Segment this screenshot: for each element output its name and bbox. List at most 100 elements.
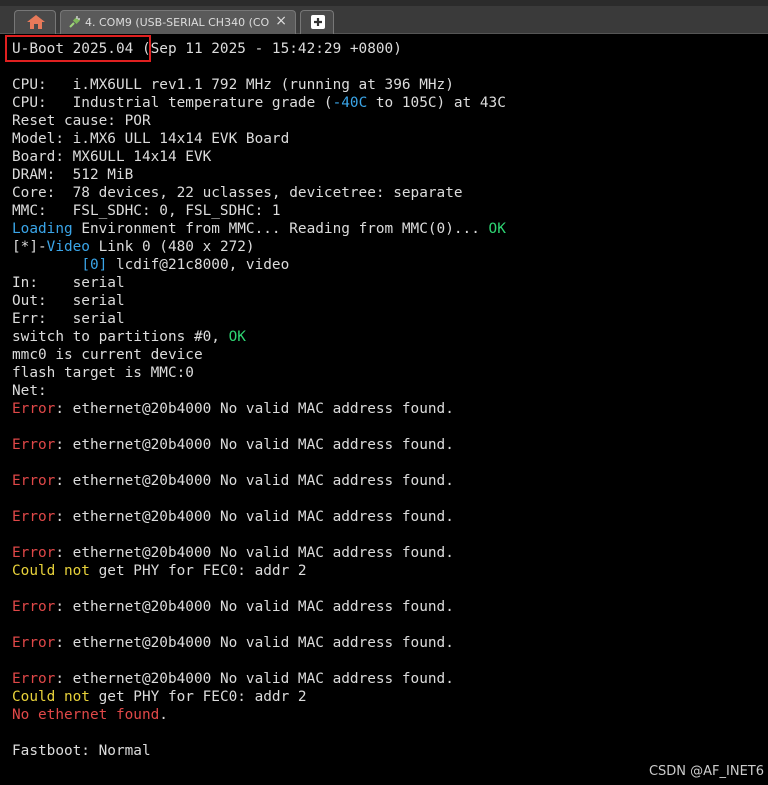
terminal-line: Error: ethernet@20b4000 No valid MAC add… xyxy=(12,436,506,454)
terminal-text-segment: Reset cause: POR xyxy=(12,113,151,129)
terminal-line: U-Boot 2025.04 (Sep 11 2025 - 15:42:29 +… xyxy=(12,40,506,58)
terminal-text-segment: Fastboot: Normal xyxy=(12,743,151,759)
terminal-line: Could not get PHY for FEC0: addr 2 xyxy=(12,562,506,580)
terminal-line: Fastboot: Normal xyxy=(12,742,506,760)
terminal-text-segment: get PHY for FEC0: addr 2 xyxy=(89,563,307,579)
terminal-text-segment: Error xyxy=(12,509,56,525)
terminal-text-segment: Error xyxy=(12,671,56,687)
terminal-line: Error: ethernet@20b4000 No valid MAC add… xyxy=(12,472,506,490)
terminal-text-segment: Error xyxy=(12,635,56,651)
terminal-line: Err: serial xyxy=(12,310,506,328)
terminal-text-segment: get PHY for FEC0: addr 2 xyxy=(89,689,307,705)
terminal-line: Error: ethernet@20b4000 No valid MAC add… xyxy=(12,670,506,688)
terminal-line: flash target is MMC:0 xyxy=(12,364,506,382)
terminal-text-segment: Net: xyxy=(12,383,47,399)
terminal-text-segment: Could not xyxy=(12,563,90,579)
terminal-text-segment: OK xyxy=(228,329,246,345)
terminal-text-segment: Environment from MMC... Reading from MMC… xyxy=(72,221,489,237)
terminal-text-segment: : ethernet@20b4000 No valid MAC address … xyxy=(55,401,454,417)
terminal-text-segment: Error xyxy=(12,545,56,561)
terminal-line: MMC: FSL_SDHC: 0, FSL_SDHC: 1 xyxy=(12,202,506,220)
terminal-text-segment: Error xyxy=(12,473,56,489)
terminal-text-segment: DRAM: 512 MiB xyxy=(12,167,134,183)
terminal-line: [0] lcdif@21c8000, video xyxy=(12,256,506,274)
terminal-line: Error: ethernet@20b4000 No valid MAC add… xyxy=(12,544,506,562)
terminal-line: Loading Environment from MMC... Reading … xyxy=(12,220,506,238)
terminal-text-segment: OK xyxy=(488,221,506,237)
plus-icon xyxy=(311,15,325,29)
terminal-text-segment: : ethernet@20b4000 No valid MAC address … xyxy=(55,473,454,489)
terminal-text-segment: No ethernet found xyxy=(12,707,160,723)
terminal-text-segment: [*]- xyxy=(12,239,47,255)
terminal-text-segment: Error xyxy=(12,401,56,417)
plug-icon xyxy=(69,16,81,28)
terminal-text-segment: Could not xyxy=(12,689,90,705)
terminal-line: Net: xyxy=(12,382,506,400)
home-tab[interactable] xyxy=(14,10,56,34)
terminal-line: switch to partitions #0, OK xyxy=(12,328,506,346)
terminal-text-segment: In: serial xyxy=(12,275,125,291)
tab-bar: 4. COM9 (USB-SERIAL CH340 (CO × xyxy=(0,0,768,34)
terminal-text-segment: U-Boot 2025.04 (Sep 11 2025 - 15:42:29 +… xyxy=(12,41,402,57)
session-tab-label: 4. COM9 (USB-SERIAL CH340 (CO xyxy=(85,16,270,29)
new-tab-button[interactable] xyxy=(300,10,334,34)
terminal-line: Core: 78 devices, 22 uclasses, devicetre… xyxy=(12,184,506,202)
terminal-line: Board: MX6ULL 14x14 EVK xyxy=(12,148,506,166)
terminal-text-segment: to 105C) at 43C xyxy=(367,95,506,111)
session-tab-com9[interactable]: 4. COM9 (USB-SERIAL CH340 (CO × xyxy=(60,10,296,34)
terminal-text-segment: CPU: i.MX6ULL rev1.1 792 MHz (running at… xyxy=(12,77,454,93)
terminal-text-segment: MMC: FSL_SDHC: 0, FSL_SDHC: 1 xyxy=(12,203,281,219)
terminal-text-segment: Loading xyxy=(12,221,73,237)
terminal-text-segment: switch to partitions #0, xyxy=(12,329,229,345)
terminal-text-segment: Video xyxy=(46,239,90,255)
watermark: CSDN @AF_INET6 xyxy=(648,764,764,779)
terminal-text-segment: Model: i.MX6 ULL 14x14 EVK Board xyxy=(12,131,290,147)
terminal-text-segment: . xyxy=(159,707,168,723)
terminal-text-segment: flash target is MMC:0 xyxy=(12,365,194,381)
terminal-text-segment: Core: 78 devices, 22 uclasses, devicetre… xyxy=(12,185,463,201)
terminal-text-segment: Board: MX6ULL 14x14 EVK xyxy=(12,149,212,165)
terminal-line: CPU: i.MX6ULL rev1.1 792 MHz (running at… xyxy=(12,76,506,94)
close-icon[interactable]: × xyxy=(275,13,287,29)
terminal-line: Out: serial xyxy=(12,292,506,310)
terminal-line: Error: ethernet@20b4000 No valid MAC add… xyxy=(12,598,506,616)
terminal-text-segment: [0] xyxy=(81,257,108,273)
terminal-text-segment: -40C xyxy=(332,95,368,111)
terminal-text-segment: : ethernet@20b4000 No valid MAC address … xyxy=(55,545,454,561)
terminal-view[interactable]: U-Boot 2025.04 (Sep 11 2025 - 15:42:29 +… xyxy=(0,35,768,785)
terminal-line: DRAM: 512 MiB xyxy=(12,166,506,184)
terminal-text-segment: : ethernet@20b4000 No valid MAC address … xyxy=(55,635,454,651)
terminal-text-segment: Out: serial xyxy=(12,293,125,309)
terminal-text-segment: Err: serial xyxy=(12,311,125,327)
terminal-line: CPU: Industrial temperature grade (-40C … xyxy=(12,94,506,112)
terminal-text-segment: CPU: Industrial temperature grade ( xyxy=(12,95,333,111)
terminal-text-segment: : ethernet@20b4000 No valid MAC address … xyxy=(55,437,454,453)
terminal-text-segment: : ethernet@20b4000 No valid MAC address … xyxy=(55,671,454,687)
terminal-line: Model: i.MX6 ULL 14x14 EVK Board xyxy=(12,130,506,148)
terminal-line: [*]-Video Link 0 (480 x 272) xyxy=(12,238,506,256)
terminal-line: Error: ethernet@20b4000 No valid MAC add… xyxy=(12,400,506,418)
terminal-line: mmc0 is current device xyxy=(12,346,506,364)
terminal-line: Error: ethernet@20b4000 No valid MAC add… xyxy=(12,634,506,652)
terminal-line: Reset cause: POR xyxy=(12,112,506,130)
title-strip xyxy=(0,0,768,6)
terminal-output: U-Boot 2025.04 (Sep 11 2025 - 15:42:29 +… xyxy=(12,40,506,760)
terminal-text-segment: mmc0 is current device xyxy=(12,347,203,363)
terminal-line: Could not get PHY for FEC0: addr 2 xyxy=(12,688,506,706)
terminal-line: In: serial xyxy=(12,274,506,292)
terminal-line: Error: ethernet@20b4000 No valid MAC add… xyxy=(12,508,506,526)
terminal-text-segment: : ethernet@20b4000 No valid MAC address … xyxy=(55,599,454,615)
terminal-text-segment: lcdif@21c8000, video xyxy=(107,257,290,273)
terminal-line: No ethernet found. xyxy=(12,706,506,724)
terminal-text-segment: : ethernet@20b4000 No valid MAC address … xyxy=(55,509,454,525)
